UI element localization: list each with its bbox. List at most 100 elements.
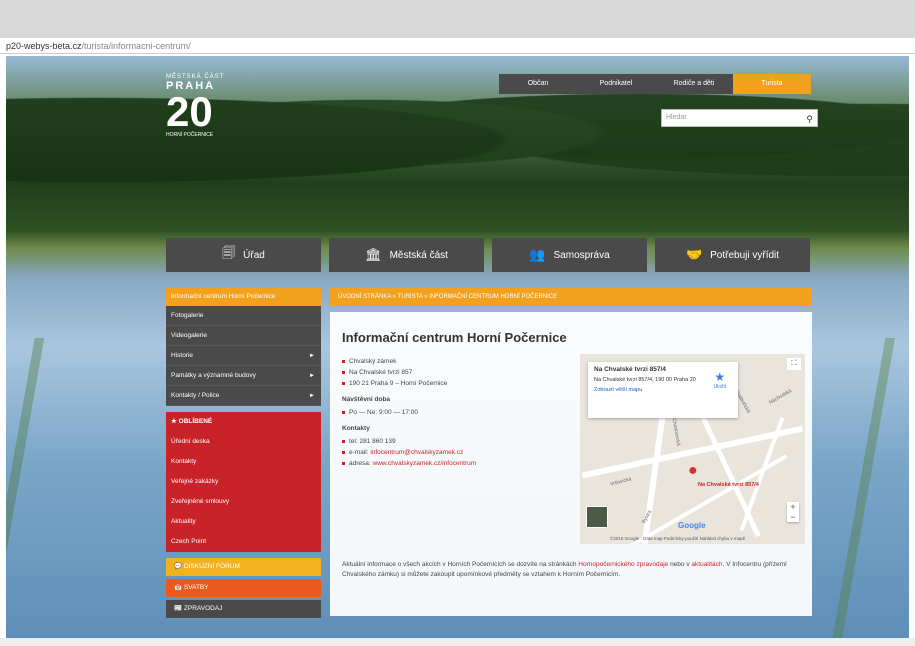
web-link[interactable]: www.chvalskyzamek.cz/infocentrum [373,460,477,467]
phone-line: tel: 281 860 139 [342,436,582,447]
sidebar-item-label: Kontakty / Police [171,392,220,399]
email-prefix: e-mail: [349,449,371,456]
weddings-button[interactable]: 📅 SVATBY [166,579,321,597]
web-line: adresa: www.chvalskyzamek.cz/infocentrum [342,458,582,469]
audience-tab-obcan[interactable]: Občan [499,74,577,94]
google-map[interactable]: Vršovická Bystrá Chodovecká Ratibořická … [580,354,805,544]
map-pin-label: Na Chvalské tvrzi 857/4 [698,482,759,488]
zoom-in-button[interactable]: + [787,502,799,512]
url-path: /turista/informacni-centrum/ [81,41,191,51]
favorite-aktuality[interactable]: Aktuality [166,512,321,532]
web-prefix: adresa: [349,460,373,467]
favorite-kontakty[interactable]: Kontakty [166,452,321,472]
contact-info: Chvalský zámek Na Chvalské tvrzi 857 190… [342,356,582,469]
main-nav-label: Úřad [243,249,265,261]
document-icon: 🗐 [222,245,236,260]
sidebar-item-label: Památky a významné budovy [171,372,256,379]
chevron-right-icon: ► [309,353,315,359]
street-label: Vršovická [609,476,632,488]
chevron-right-icon: ► [309,373,315,379]
people-icon: 👥 [529,247,546,262]
favorite-uredni-deska[interactable]: Úřední deska [166,432,321,452]
sidebar-item-label: Historie [171,352,194,359]
satellite-toggle[interactable] [586,506,608,528]
url-host: p20-webys-beta.cz [6,41,82,51]
hours-line: Po — Ne: 9:00 — 17:00 [342,407,582,418]
address-line: Chvalský zámek [342,356,582,367]
hours-heading: Návštěvní doba [342,396,391,403]
newspaper-icon: 📰 [174,605,183,612]
sidebar-item-active[interactable]: Informační centrum Horní Počernice [166,288,321,306]
fullscreen-icon[interactable]: ⛶ [787,358,801,370]
site-logo[interactable]: MĚSTSKÁ ČÁST PRAHA 20 HORNÍ POČERNICE [166,74,224,138]
search-placeholder: Hledat [666,114,687,121]
paragraph-text: nebo v [668,561,692,568]
favorite-czech-point[interactable]: Czech Point [166,532,321,552]
audience-tab-turista[interactable]: Turista [733,74,811,94]
audience-tab-rodice[interactable]: Rodiče a děti [655,74,733,94]
forum-label: DISKUZNÍ FÓRUM [183,563,240,570]
sidebar-item-fotogalerie[interactable]: Fotogalerie [166,306,321,326]
web-page: MĚSTSKÁ ČÁST PRAHA 20 HORNÍ POČERNICE Ob… [6,56,909,638]
address-line: 190 21 Praha 9 – Horní Počernice [342,378,582,389]
zoom-out-button[interactable]: − [787,512,799,522]
search-input[interactable]: Hledat ⚲ [661,109,818,127]
aktuality-link[interactable]: aktualitách [691,561,722,568]
main-nav-urad[interactable]: 🗐 Úřad [166,238,321,272]
zpravodaj-link[interactable]: Hornopočernického zpravodaje [578,561,668,568]
sidebar-item-historie[interactable]: Historie ► [166,346,321,366]
paragraph-text: Aktuální informace o všech akcích v Horn… [342,561,579,568]
audience-tab-podnikatel[interactable]: Podnikatel [577,74,655,94]
favorites-header: ★ OBLÍBENÉ [171,418,213,425]
info-paragraph: Aktuální informace o všech akcích v Horn… [342,560,797,580]
search-icon[interactable]: ⚲ [806,111,813,127]
zoom-controls: + − [787,502,799,522]
building-icon: 🏛 [365,247,382,262]
page-title: Informační centrum Horní Počernice [342,330,567,345]
chat-icon: 💬 [174,563,183,570]
street-label: Chodovecká [670,417,682,447]
google-logo: Google [678,521,706,530]
newsletter-label: ZPRAVODAJ [183,605,223,612]
address-line: Na Chvalské tvrzi 857 [342,367,582,378]
larger-map-link[interactable]: Zobrazit větší mapu [594,387,732,393]
main-nav-potrebuji-vyridit[interactable]: 🤝 Potřebuji vyřídit [655,238,810,272]
breadcrumb[interactable]: ÚVODNÍ STRÁNKA » TURISTA » INFORMAČNÍ CE… [330,288,812,306]
logo-number: 20 [166,88,213,135]
popup-title: Na Chvalské tvrzi 857/4 [594,366,666,373]
favorite-verejne-zakazky[interactable]: Veřejné zakázky [166,472,321,492]
map-footer: ©2015 Google · Data map Podmínky použití… [610,536,746,541]
main-nav-mestska-cast[interactable]: 🏛 Městská část [329,238,484,272]
main-content: Informační centrum Horní Počernice Chval… [330,312,812,616]
sidebar-item-pamatky[interactable]: Památky a významné budovy ► [166,366,321,386]
sidebar-item-kontakty-policie[interactable]: Kontakty / Police ► [166,386,321,406]
favorites-menu: ★ OBLÍBENÉ Úřední deska Kontakty Veřejné… [166,412,321,552]
save-button[interactable]: ★ Uložit [713,370,726,390]
sidebar-item-videogalerie[interactable]: Videogalerie [166,326,321,346]
sidebar: Informační centrum Horní Počernice Fotog… [166,288,321,618]
sidebar-submenu: Fotogalerie Videogalerie Historie ► Památ… [166,306,321,406]
logo-subtitle: HORNÍ POČERNICE [166,132,214,138]
page-bottom-edge [0,638,915,646]
main-nav-samosprava[interactable]: 👥 Samospráva [492,238,647,272]
main-nav-label: Městská část [389,249,448,261]
newsletter-button[interactable]: 📰 ZPRAVODAJ [166,600,321,618]
handshake-icon: 🤝 [685,247,703,262]
main-nav-label: Samospráva [553,249,610,261]
map-info-popup: Na Chvalské tvrzi 857/4 Na Chvalské tvrz… [588,362,738,418]
favorite-zverejnene-smlouvy[interactable]: Zveřejněné smlouvy [166,492,321,512]
browser-chrome [0,0,915,38]
street-label: Náchodská [768,388,793,406]
email-link[interactable]: infocentrum@chvalskyzamek.cz [370,449,463,456]
forum-button[interactable]: 💬 DISKUZNÍ FÓRUM [166,558,321,576]
main-nav: 🗐 Úřad 🏛 Městská část 👥 Samospráva 🤝 Pot… [166,238,810,272]
weddings-label: SVATBY [183,584,209,591]
map-pin-icon[interactable]: ● [688,462,698,480]
sidebar-item-label: Fotogalerie [171,312,204,319]
audience-nav: Občan Podnikatel Rodiče a děti Turista [499,74,811,94]
contacts-heading: Kontakty [342,425,370,432]
sidebar-item-label: Videogalerie [171,332,208,339]
popup-address: Na Chvalské tvrzi 857/4, 190 00 Praha 20 [594,377,696,383]
chevron-right-icon: ► [309,393,315,399]
address-bar[interactable]: p20-webys-beta.cz/turista/informacni-cen… [0,38,915,54]
